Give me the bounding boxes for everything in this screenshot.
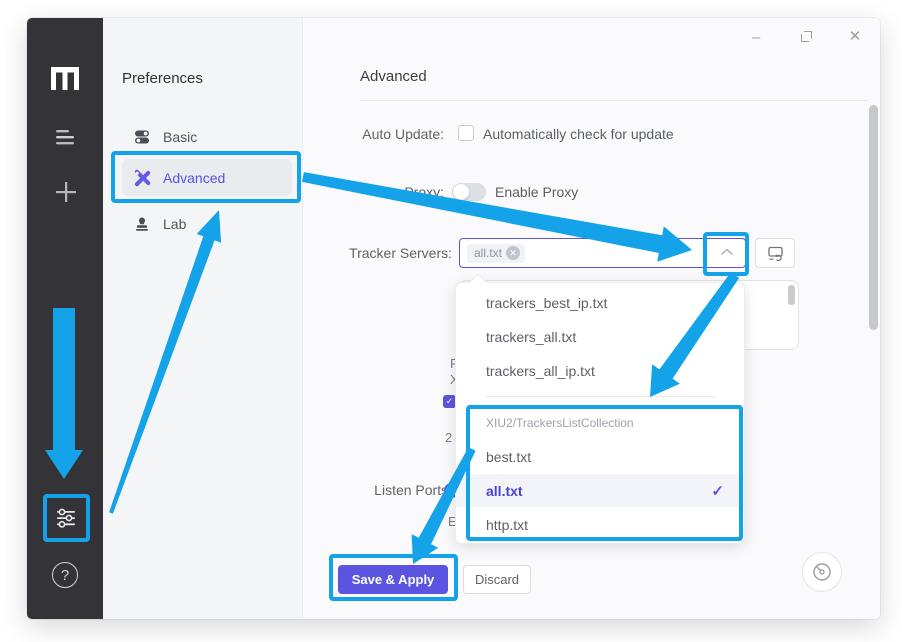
dropdown-option-selected-label: all.txt bbox=[486, 483, 523, 499]
app-window: ? Preferences Basic bbox=[27, 18, 880, 619]
dropdown-option[interactable]: best.txt bbox=[456, 440, 744, 473]
nav-item-lab[interactable]: Lab bbox=[122, 208, 292, 240]
close-button[interactable]: ✕ bbox=[843, 24, 867, 48]
dropdown-option[interactable]: trackers_best_ip.txt bbox=[456, 286, 744, 319]
save-apply-button[interactable]: Save & Apply bbox=[338, 565, 448, 594]
tracker-select-dropdown: trackers_best_ip.txt trackers_all.txt tr… bbox=[455, 282, 745, 544]
nav-item-advanced-label: Advanced bbox=[163, 170, 225, 186]
speedometer-icon bbox=[811, 561, 833, 583]
nav-item-basic[interactable]: Basic bbox=[122, 121, 292, 153]
check-icon: ✓ bbox=[711, 482, 724, 500]
preferences-button[interactable] bbox=[54, 506, 78, 530]
help-button[interactable]: ? bbox=[52, 562, 78, 588]
wrench-screwdriver-icon bbox=[133, 169, 151, 187]
auto-update-label: Auto Update: bbox=[303, 126, 444, 142]
page-title: Advanced bbox=[360, 68, 427, 85]
minimize-icon: – bbox=[752, 29, 760, 46]
selected-tracker-tag: all.txt ✕ bbox=[467, 244, 525, 263]
minimize-button[interactable]: – bbox=[744, 25, 768, 49]
task-list-icon-glyph bbox=[53, 127, 77, 147]
speed-limit-button[interactable] bbox=[802, 552, 842, 592]
stamp-icon bbox=[133, 215, 151, 233]
sync-trackers-icon bbox=[767, 246, 784, 261]
dropdown-divider bbox=[486, 396, 716, 397]
sliders-icon bbox=[54, 506, 78, 530]
dropdown-option-selected[interactable]: all.txt ✓ bbox=[456, 474, 744, 507]
dropdown-option[interactable]: trackers_all_ip.txt bbox=[456, 354, 744, 387]
restore-button[interactable] bbox=[794, 24, 818, 48]
dropdown-option[interactable]: trackers_all.txt bbox=[456, 320, 744, 353]
dropdown-option[interactable]: http.txt bbox=[456, 508, 744, 541]
obscured-text-fragment: 2 bbox=[445, 430, 452, 445]
restore-icon bbox=[801, 31, 812, 42]
dropdown-group-label: XIU2/TrackersListCollection bbox=[486, 416, 634, 430]
proxy-label: Proxy: bbox=[303, 184, 444, 200]
select-chevron-up-icon[interactable] bbox=[720, 247, 734, 256]
discard-button[interactable]: Discard bbox=[463, 565, 531, 594]
add-task-button[interactable] bbox=[53, 179, 79, 205]
advanced-panel: – ✕ Advanced Auto Update: Automatically … bbox=[303, 18, 880, 619]
close-icon: ✕ bbox=[849, 27, 862, 45]
listen-ports-label: Listen Ports: bbox=[311, 482, 452, 498]
auto-update-checkbox-label: Automatically check for update bbox=[483, 126, 674, 142]
tracker-servers-label: Tracker Servers: bbox=[311, 245, 452, 261]
check-icon: ✓ bbox=[446, 396, 454, 406]
selected-tracker-tag-label: all.txt bbox=[474, 246, 502, 260]
textarea-scrollbar-thumb[interactable] bbox=[788, 285, 795, 305]
proxy-toggle[interactable] bbox=[452, 183, 486, 201]
screenshot-stage: ? Preferences Basic bbox=[0, 0, 902, 642]
nav-item-basic-label: Basic bbox=[163, 129, 197, 145]
tracker-servers-select[interactable]: all.txt ✕ bbox=[459, 238, 746, 268]
app-sidebar: ? bbox=[27, 18, 103, 619]
preferences-title: Preferences bbox=[122, 70, 203, 87]
motrix-logo-icon bbox=[50, 66, 80, 90]
auto-update-checkbox[interactable] bbox=[458, 125, 474, 141]
main-scrollbar-thumb[interactable] bbox=[869, 105, 878, 330]
heading-divider bbox=[360, 100, 868, 101]
tag-remove-icon[interactable]: ✕ bbox=[506, 246, 520, 260]
nav-item-advanced[interactable]: Advanced bbox=[122, 159, 292, 196]
proxy-toggle-label: Enable Proxy bbox=[495, 184, 578, 200]
preferences-nav: Preferences Basic bbox=[103, 18, 303, 619]
nav-item-lab-label: Lab bbox=[163, 216, 186, 232]
sync-trackers-button[interactable] bbox=[755, 238, 795, 268]
toggles-icon bbox=[133, 128, 151, 146]
help-icon: ? bbox=[61, 567, 69, 584]
app-logo bbox=[47, 62, 83, 94]
plus-icon bbox=[53, 179, 79, 205]
task-list-icon[interactable] bbox=[53, 127, 77, 147]
